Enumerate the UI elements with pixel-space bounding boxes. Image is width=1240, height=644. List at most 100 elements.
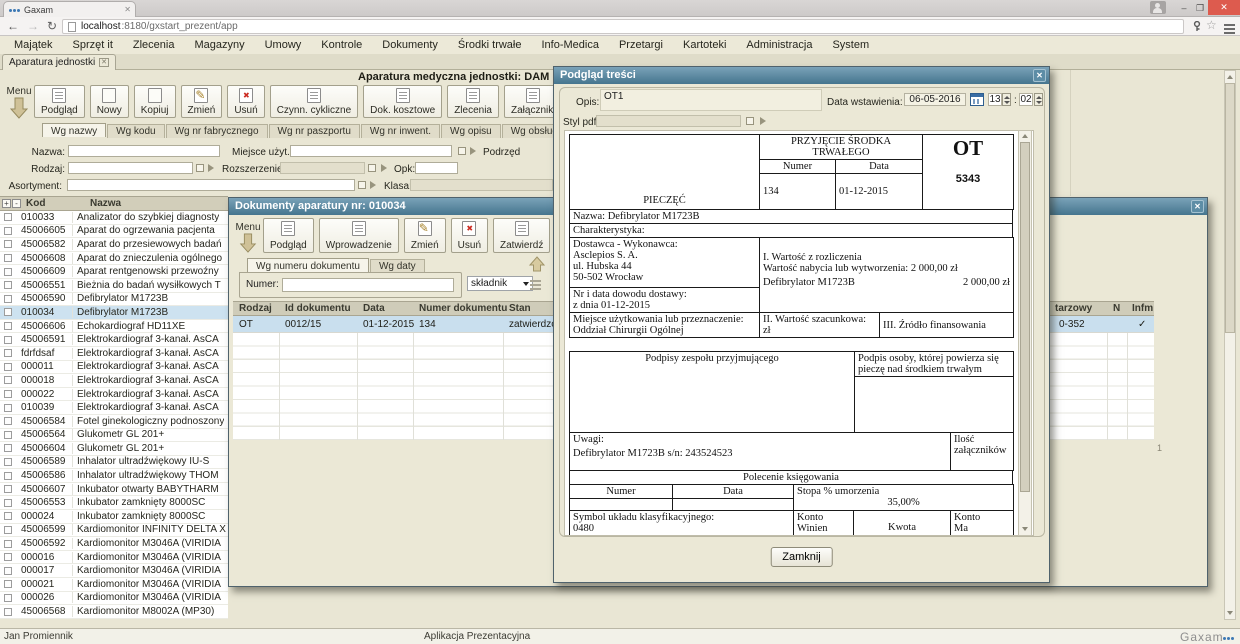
equipment-row[interactable]: 45006608 Aparat do znieczulenia ogólnego [0, 252, 228, 266]
toolbar-button[interactable]: Zmień [181, 85, 223, 118]
equipment-row[interactable]: 000022 Elektrokardiograf 3-kanał. AsCA [0, 388, 228, 402]
filter-tab[interactable]: Wg kodu [107, 124, 164, 138]
opis-textarea[interactable]: OT1 [600, 89, 822, 111]
menubar-item[interactable]: Dokumenty [372, 36, 448, 54]
row-checkbox[interactable] [4, 417, 12, 425]
row-checkbox[interactable] [4, 295, 12, 303]
row-checkbox[interactable] [4, 213, 12, 221]
equipment-row[interactable]: 45006604 Glukometr GL 201+ [0, 442, 228, 456]
list-icon[interactable] [530, 278, 541, 292]
equipment-row[interactable]: 000026 Kardiomonitor M3046A (VIRIDIA [0, 592, 228, 606]
equipment-row[interactable]: 000016 Kardiomonitor M3046A (VIRIDIA [0, 551, 228, 565]
equipment-row[interactable]: 45006586 Inhalator ultradźwiękowy THOM [0, 469, 228, 483]
column-rodzaj[interactable]: Rodzaj [239, 303, 272, 314]
toolbar-button[interactable]: Zlecenia [447, 85, 499, 118]
browser-profile-icon[interactable] [1150, 1, 1166, 14]
documents-dialog-close-icon[interactable]: ✕ [1191, 200, 1204, 213]
row-checkbox[interactable] [4, 254, 12, 262]
equipment-row[interactable]: 45006589 Inhalator ultradźwiękowy IU-S [0, 456, 228, 470]
preview-dialog-close-icon[interactable]: ✕ [1033, 69, 1046, 82]
equipment-row[interactable]: 45006553 Inkubator zamknięty 8000SC [0, 496, 228, 510]
numer-input[interactable] [282, 278, 454, 292]
rodzaj-expand-icon[interactable] [208, 164, 214, 172]
row-checkbox[interactable] [4, 567, 12, 575]
equipment-row[interactable]: 45006582 Aparat do przesiewowych badań [0, 238, 228, 252]
bookmark-star-icon[interactable]: ☆ [1206, 18, 1217, 32]
menubar-item[interactable]: Administracja [736, 36, 822, 54]
collapse-all-button[interactable]: - [12, 199, 21, 208]
skladnik-dropdown[interactable]: składnik [467, 276, 533, 291]
row-checkbox[interactable] [4, 227, 12, 235]
filter-tab[interactable]: Wg nr inwent. [361, 124, 440, 138]
equipment-row[interactable]: 010039 Elektrokardiograf 3-kanał. AsCA [0, 401, 228, 415]
menubar-item[interactable]: System [822, 36, 879, 54]
row-checkbox[interactable] [4, 363, 12, 371]
equipment-row[interactable]: 000017 Kardiomonitor M3046A (VIRIDIA [0, 564, 228, 578]
rodzaj-checkbox-icon[interactable] [196, 164, 204, 172]
row-checkbox[interactable] [4, 485, 12, 493]
filter-tab[interactable]: Wg nazwy [42, 123, 106, 137]
row-checkbox[interactable] [4, 608, 12, 616]
row-checkbox[interactable] [4, 268, 12, 276]
filter-tab[interactable]: Wg nr fabrycznego [166, 124, 268, 138]
equipment-row[interactable]: 000018 Elektrokardiograf 3-kanał. AsCA [0, 374, 228, 388]
menubar-item[interactable]: Kartoteki [673, 36, 736, 54]
row-checkbox[interactable] [4, 404, 12, 412]
equipment-row[interactable]: 45006605 Aparat do ogrzewania pacjenta [0, 225, 228, 239]
column-id-dokumentu[interactable]: Id dokumentu [285, 303, 351, 314]
window-close-icon[interactable]: ✕ [1208, 0, 1240, 15]
document-scrollbar[interactable] [1018, 130, 1032, 536]
row-checkbox[interactable] [4, 390, 12, 398]
row-checkbox[interactable] [4, 431, 12, 439]
column-data[interactable]: Data [363, 303, 385, 314]
equipment-row[interactable]: 45006599 Kardiomonitor INFINITY DELTA X [0, 524, 228, 538]
documents-tab[interactable]: Wg daty [370, 259, 425, 273]
column-inwentarzowy[interactable]: tarzowy [1055, 303, 1092, 314]
equipment-row[interactable]: 45006551 Bieżnia do badań wysiłkowych T [0, 279, 228, 293]
miejsce-checkbox-icon[interactable] [458, 147, 466, 155]
scroll-down-icon[interactable] [1022, 527, 1028, 531]
rozszerzenie-input[interactable] [280, 162, 365, 174]
row-checkbox[interactable] [4, 336, 12, 344]
column-numer-dokumentu[interactable]: Numer dokumentu [419, 303, 507, 314]
zamknij-button[interactable]: Zamknij [770, 547, 833, 567]
menubar-item[interactable]: Kontrole [311, 36, 372, 54]
toolbar-button[interactable]: Podgląd [263, 218, 314, 253]
opk-input[interactable] [415, 162, 458, 174]
rodzaj-input[interactable] [68, 162, 193, 174]
key-icon[interactable] [1192, 21, 1202, 32]
menubar-item[interactable]: Umowy [255, 36, 312, 54]
workspace-tab-close-icon[interactable]: ✕ [99, 58, 109, 67]
documents-tab[interactable]: Wg numeru dokumentu [247, 258, 369, 272]
preview-dialog-titlebar[interactable]: Podgląd treści ✕ [554, 67, 1049, 84]
asortyment-checkbox-icon[interactable] [358, 181, 366, 189]
row-checkbox[interactable] [4, 376, 12, 384]
column-kod[interactable]: Kod [26, 198, 45, 209]
main-menu-button[interactable]: Menu [6, 86, 32, 122]
row-checkbox[interactable] [4, 499, 12, 507]
row-checkbox[interactable] [4, 594, 12, 602]
styl-pdf-expand-icon[interactable] [760, 117, 766, 125]
scrollbar-thumb[interactable] [1225, 83, 1235, 333]
browser-tab[interactable]: Gaxam ✕ [3, 1, 136, 17]
row-checkbox[interactable] [4, 458, 12, 466]
equipment-row[interactable]: 010034 Defibrylator M1723B [0, 306, 228, 320]
expand-all-button[interactable]: + [2, 199, 11, 208]
row-checkbox[interactable] [4, 322, 12, 330]
column-n[interactable]: N [1113, 303, 1120, 314]
column-stan[interactable]: Stan [509, 303, 531, 314]
equipment-row[interactable]: 45006568 Kardiomonitor M8002A (MP30) [0, 605, 228, 619]
row-checkbox[interactable] [4, 444, 12, 452]
window-restore-icon[interactable]: ❐ [1192, 1, 1208, 15]
row-checkbox[interactable] [4, 308, 12, 316]
arrow-up-icon[interactable] [529, 256, 545, 272]
toolbar-button[interactable]: Wprowadzenie [319, 218, 399, 253]
asortyment-expand-icon[interactable] [370, 181, 376, 189]
row-checkbox[interactable] [4, 540, 12, 548]
toolbar-button[interactable]: Zatwierdź [493, 218, 550, 253]
equipment-row[interactable]: fdrfdsaf Elektrokardiograf 3-kanał. AsCA [0, 347, 228, 361]
workspace-tab[interactable]: Aparatura jednostki ✕ [2, 54, 116, 70]
menubar-item[interactable]: Info-Medica [531, 36, 608, 54]
equipment-row[interactable]: 45006606 Echokardiograf HD11XE [0, 320, 228, 334]
row-checkbox[interactable] [4, 472, 12, 480]
